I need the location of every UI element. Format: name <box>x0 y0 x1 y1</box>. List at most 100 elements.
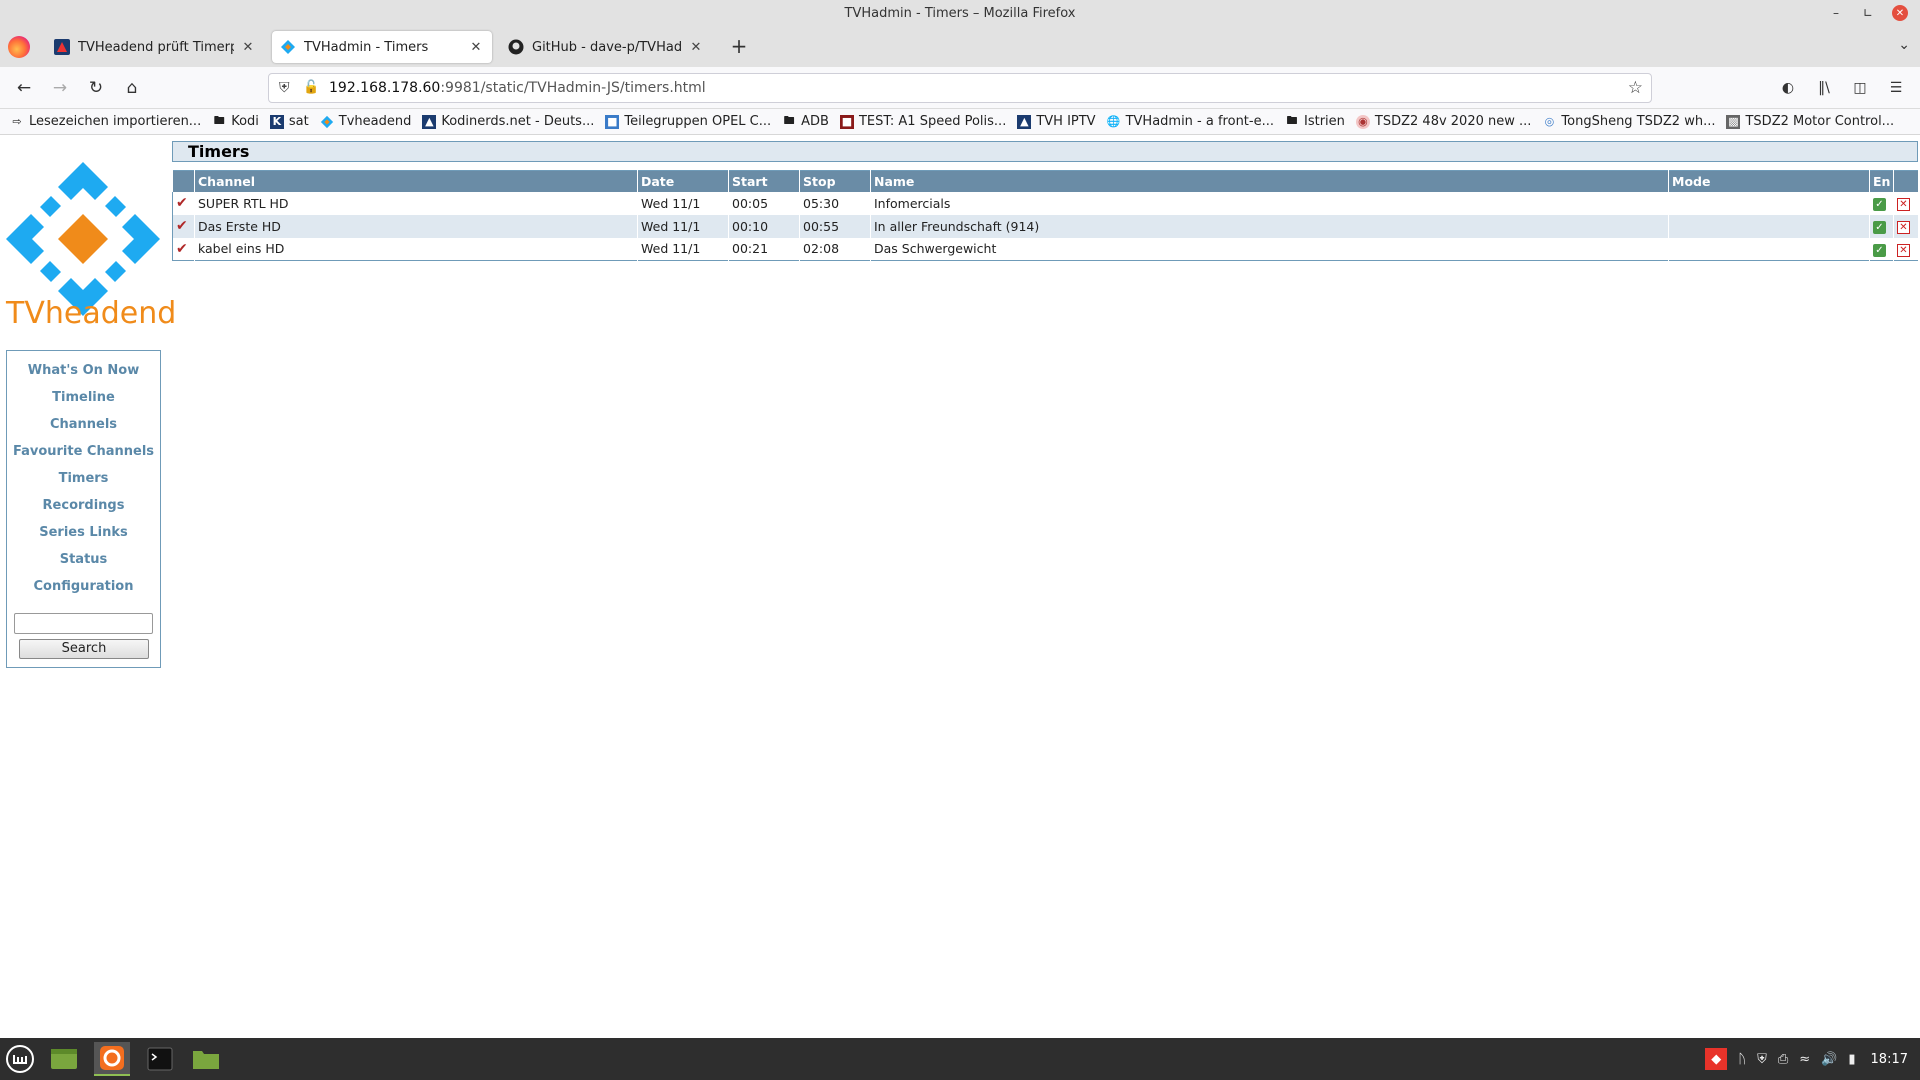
bookmark-kodinerds[interactable]: ▲ Kodinerds.net - Deuts... <box>422 114 594 129</box>
sidebar-item-channels[interactable]: Channels <box>7 411 160 438</box>
insecure-connection-icon[interactable]: 🔓 <box>303 80 319 95</box>
new-tab-button[interactable]: + <box>728 36 750 58</box>
taskbar-files[interactable] <box>188 1042 224 1076</box>
library-icon[interactable]: ‖\ <box>1812 76 1836 100</box>
sidebar-item-whats-on-now[interactable]: What's On Now <box>7 357 160 384</box>
column-header-channel[interactable]: Channel <box>194 170 638 192</box>
sidebar-item-configuration[interactable]: Configuration <box>7 573 160 600</box>
enabled-checkbox-icon[interactable]: ✓ <box>1873 198 1886 211</box>
sidebar-item-timers[interactable]: Timers <box>7 465 160 492</box>
minimize-button[interactable]: – <box>1822 2 1850 24</box>
pocket-icon[interactable]: ◐ <box>1776 76 1800 100</box>
delete-timer-icon[interactable]: ✕ <box>1897 221 1910 234</box>
bookmark-a1-speed[interactable]: ■ TEST: A1 Speed Polis... <box>839 114 1006 129</box>
a1-icon: ■ <box>839 114 854 129</box>
close-tab-icon[interactable]: ✕ <box>688 40 704 55</box>
reload-button[interactable]: ↻ <box>84 76 108 100</box>
bookmark-tvhadmin[interactable]: 🌐 TVHadmin - a front-e... <box>1107 114 1274 129</box>
bookmark-opel[interactable]: ■ Teilegruppen OPEL C... <box>605 114 771 129</box>
sidebar-item-series-links[interactable]: Series Links <box>7 519 160 546</box>
sidebar-toggle-icon[interactable]: ◫ <box>1848 76 1872 100</box>
printer-icon[interactable]: ⎙ <box>1778 1052 1788 1067</box>
tab-label: GitHub - dave-p/TVHadmin <box>532 39 682 55</box>
sidebar-item-favourite-channels[interactable]: Favourite Channels <box>7 438 160 465</box>
battery-icon[interactable]: ▮ <box>1848 1052 1855 1067</box>
mint-menu-button[interactable] <box>2 1042 38 1076</box>
update-shield-icon[interactable]: ⛨ <box>1757 1052 1767 1067</box>
url-text[interactable]: 192.168.178.60:9981/static/TVHadmin-JS/t… <box>329 80 706 96</box>
tab-github[interactable]: GitHub - dave-p/TVHadmin ✕ <box>500 31 712 63</box>
bookmark-folder-istrien[interactable]: 🖿 Istrien <box>1285 114 1345 129</box>
column-header-mode[interactable]: Mode <box>1668 170 1870 192</box>
bookmark-import[interactable]: ⇨ Lesezeichen importieren... <box>10 114 201 129</box>
sidebar-item-timeline[interactable]: Timeline <box>7 384 160 411</box>
tab-tvhadmin-timers[interactable]: TVHadmin - Timers ✕ <box>272 31 492 63</box>
maximize-button[interactable]: ∟ <box>1854 2 1882 24</box>
bookmark-folder-adb[interactable]: 🖿 ADB <box>782 114 829 129</box>
cell-start: 00:10 <box>728 214 800 238</box>
column-header-enabled[interactable]: En <box>1869 170 1894 192</box>
page-content: TVheadend What's On Now Timeline Channel… <box>0 136 1920 1038</box>
tongsheng-icon: ◎ <box>1544 115 1555 128</box>
sidebar-item-recordings[interactable]: Recordings <box>7 492 160 519</box>
forward-button[interactable]: → <box>48 76 72 100</box>
sidebar-item-status[interactable]: Status <box>7 546 160 573</box>
taskbar-terminal[interactable] <box>142 1042 178 1076</box>
column-header-icon <box>172 170 195 192</box>
enabled-checkbox-icon[interactable]: ✓ <box>1873 221 1886 234</box>
cell-mode <box>1668 191 1870 215</box>
close-tab-icon[interactable]: ✕ <box>240 40 256 55</box>
search-input[interactable] <box>14 613 153 634</box>
terminal-icon <box>147 1047 173 1071</box>
close-tab-icon[interactable]: ✕ <box>468 40 484 55</box>
wifi-icon[interactable]: ≈ <box>1799 1052 1810 1067</box>
show-desktop-button[interactable] <box>46 1042 82 1076</box>
table-row: ✔ Das Erste HD Wed 11/1 00:10 00:55 In a… <box>172 214 1919 238</box>
folder-icon: 🖿 <box>213 114 225 127</box>
list-all-tabs-icon[interactable]: ⌄ <box>1898 37 1910 53</box>
cell-name[interactable]: In aller Freundschaft (914) <box>870 214 1669 238</box>
close-window-button[interactable]: ✕ <box>1886 2 1914 24</box>
back-button[interactable]: ← <box>12 76 36 100</box>
firefox-icon <box>100 1046 124 1070</box>
column-header-start[interactable]: Start <box>728 170 800 192</box>
cell-name[interactable]: Das Schwergewicht <box>870 237 1669 261</box>
app-menu-icon[interactable]: ☰ <box>1884 76 1908 100</box>
column-header-name[interactable]: Name <box>870 170 1669 192</box>
github-icon <box>508 39 524 55</box>
bookmark-star-icon[interactable]: ☆ <box>1628 78 1643 98</box>
bookmark-tsdz2-48v[interactable]: ◉ TSDZ2 48v 2020 new ... <box>1355 114 1531 129</box>
kodinerds-icon: ▲ <box>422 114 437 129</box>
delete-timer-icon[interactable]: ✕ <box>1897 198 1910 211</box>
url-bar[interactable]: ⛨ 🔓 192.168.178.60:9981/static/TVHadmin-… <box>268 73 1652 103</box>
bluetooth-icon[interactable]: ᚢ <box>1738 1052 1746 1067</box>
search-button[interactable]: Search <box>19 639 149 659</box>
bookmark-sat[interactable]: Ksat <box>269 114 309 129</box>
firefox-view-icon[interactable] <box>8 36 30 58</box>
clock[interactable]: 18:17 <box>1871 1052 1908 1067</box>
home-button[interactable]: ⌂ <box>120 76 144 100</box>
delete-timer-icon[interactable]: ✕ <box>1897 243 1910 257</box>
bookmark-tvheadend[interactable]: Tvheadend <box>320 114 411 129</box>
tvheadend-icon <box>320 115 334 129</box>
column-header-stop[interactable]: Stop <box>799 170 871 192</box>
cell-name[interactable]: Infomercials <box>870 191 1669 215</box>
enabled-checkbox-icon[interactable]: ✓ <box>1873 243 1886 257</box>
anydesk-icon[interactable]: ◆ <box>1705 1048 1728 1070</box>
taskbar-firefox[interactable] <box>94 1042 130 1076</box>
tracking-protection-shield-icon[interactable]: ⛨ <box>279 80 290 96</box>
tab-tvheadend-forum[interactable]: TVHeadend prüft Timerpro ✕ <box>46 31 264 63</box>
globe-icon: 🌐 <box>1106 115 1121 128</box>
cell-mode <box>1668 237 1870 261</box>
window-title: TVHadmin - Timers – Mozilla Firefox <box>844 6 1076 21</box>
cell-date: Wed 11/1 <box>637 237 729 261</box>
desktop-icon <box>51 1049 77 1069</box>
volume-icon[interactable]: 🔊 <box>1821 1052 1837 1067</box>
bookmark-folder-kodi[interactable]: 🖿 Kodi <box>212 114 259 129</box>
bookmark-tvh-iptv[interactable]: ▲ TVH IPTV <box>1017 114 1096 129</box>
column-header-date[interactable]: Date <box>637 170 729 192</box>
bookmark-tsdz2-motor[interactable]: ▩ TSDZ2 Motor Control... <box>1726 114 1894 129</box>
bookmark-tongsheng[interactable]: ◎ TongSheng TSDZ2 wh... <box>1542 114 1716 129</box>
timers-table: Channel Date Start Stop Name Mode En ✔ S… <box>172 170 1919 261</box>
page-title: Timers <box>172 141 1918 162</box>
